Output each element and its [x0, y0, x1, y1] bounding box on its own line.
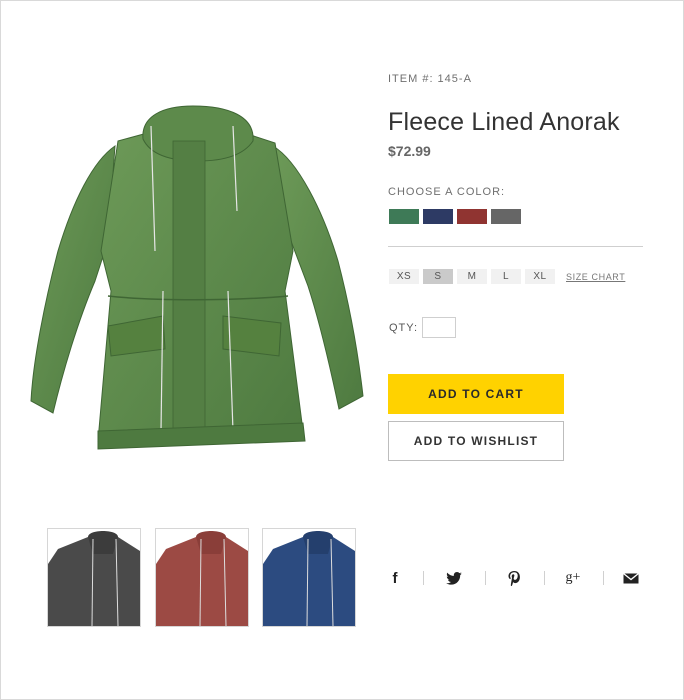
- divider: [388, 246, 643, 247]
- color-swatches: [389, 209, 521, 224]
- main-product-image[interactable]: [23, 101, 368, 486]
- social-separator: [603, 571, 604, 585]
- color-swatch-red[interactable]: [457, 209, 487, 224]
- thumbnail-image: [263, 529, 355, 626]
- qty-label: QTY:: [389, 322, 419, 334]
- thumbnail-black[interactable]: [47, 528, 141, 627]
- add-to-cart-button[interactable]: ADD TO CART: [388, 374, 564, 414]
- color-swatch-navy[interactable]: [423, 209, 453, 224]
- thumbnail-image: [48, 529, 140, 626]
- social-share-bar: f g+: [381, 566, 651, 590]
- size-option-m[interactable]: M: [457, 269, 487, 284]
- thumbnail-red[interactable]: [155, 528, 249, 627]
- social-separator: [423, 571, 424, 585]
- facebook-icon[interactable]: f: [385, 569, 405, 587]
- pinterest-svg: [508, 570, 520, 586]
- size-option-l[interactable]: L: [491, 269, 521, 284]
- size-selector: XS S M L XL SIZE CHART: [389, 269, 625, 284]
- social-separator: [544, 571, 545, 585]
- google-plus-icon[interactable]: g+: [563, 569, 583, 587]
- color-label: CHOOSE A COLOR:: [388, 186, 506, 198]
- pinterest-icon[interactable]: [504, 569, 524, 587]
- size-chart-link[interactable]: SIZE CHART: [566, 272, 625, 282]
- product-page: ITEM #: 145-A Fleece Lined Anorak $72.99…: [0, 0, 684, 700]
- size-option-s[interactable]: S: [423, 269, 453, 284]
- email-icon[interactable]: [621, 569, 641, 587]
- product-title: Fleece Lined Anorak: [388, 108, 620, 136]
- add-to-wishlist-button[interactable]: ADD TO WISHLIST: [388, 421, 564, 461]
- thumbnail-navy[interactable]: [262, 528, 356, 627]
- color-swatch-green[interactable]: [389, 209, 419, 224]
- twitter-bird-svg: [446, 571, 462, 585]
- size-option-xl[interactable]: XL: [525, 269, 555, 284]
- thumbnail-image: [156, 529, 248, 626]
- color-swatch-gray[interactable]: [491, 209, 521, 224]
- facebook-glyph: f: [392, 569, 398, 587]
- qty-input[interactable]: [422, 317, 456, 338]
- social-separator: [485, 571, 486, 585]
- item-number: ITEM #: 145-A: [388, 73, 472, 85]
- size-option-xs[interactable]: XS: [389, 269, 419, 284]
- product-price: $72.99: [388, 143, 431, 159]
- twitter-icon[interactable]: [444, 569, 464, 587]
- jacket-image: [30, 105, 364, 450]
- google-plus-glyph: g+: [565, 570, 581, 585]
- email-envelope-svg: [623, 572, 639, 583]
